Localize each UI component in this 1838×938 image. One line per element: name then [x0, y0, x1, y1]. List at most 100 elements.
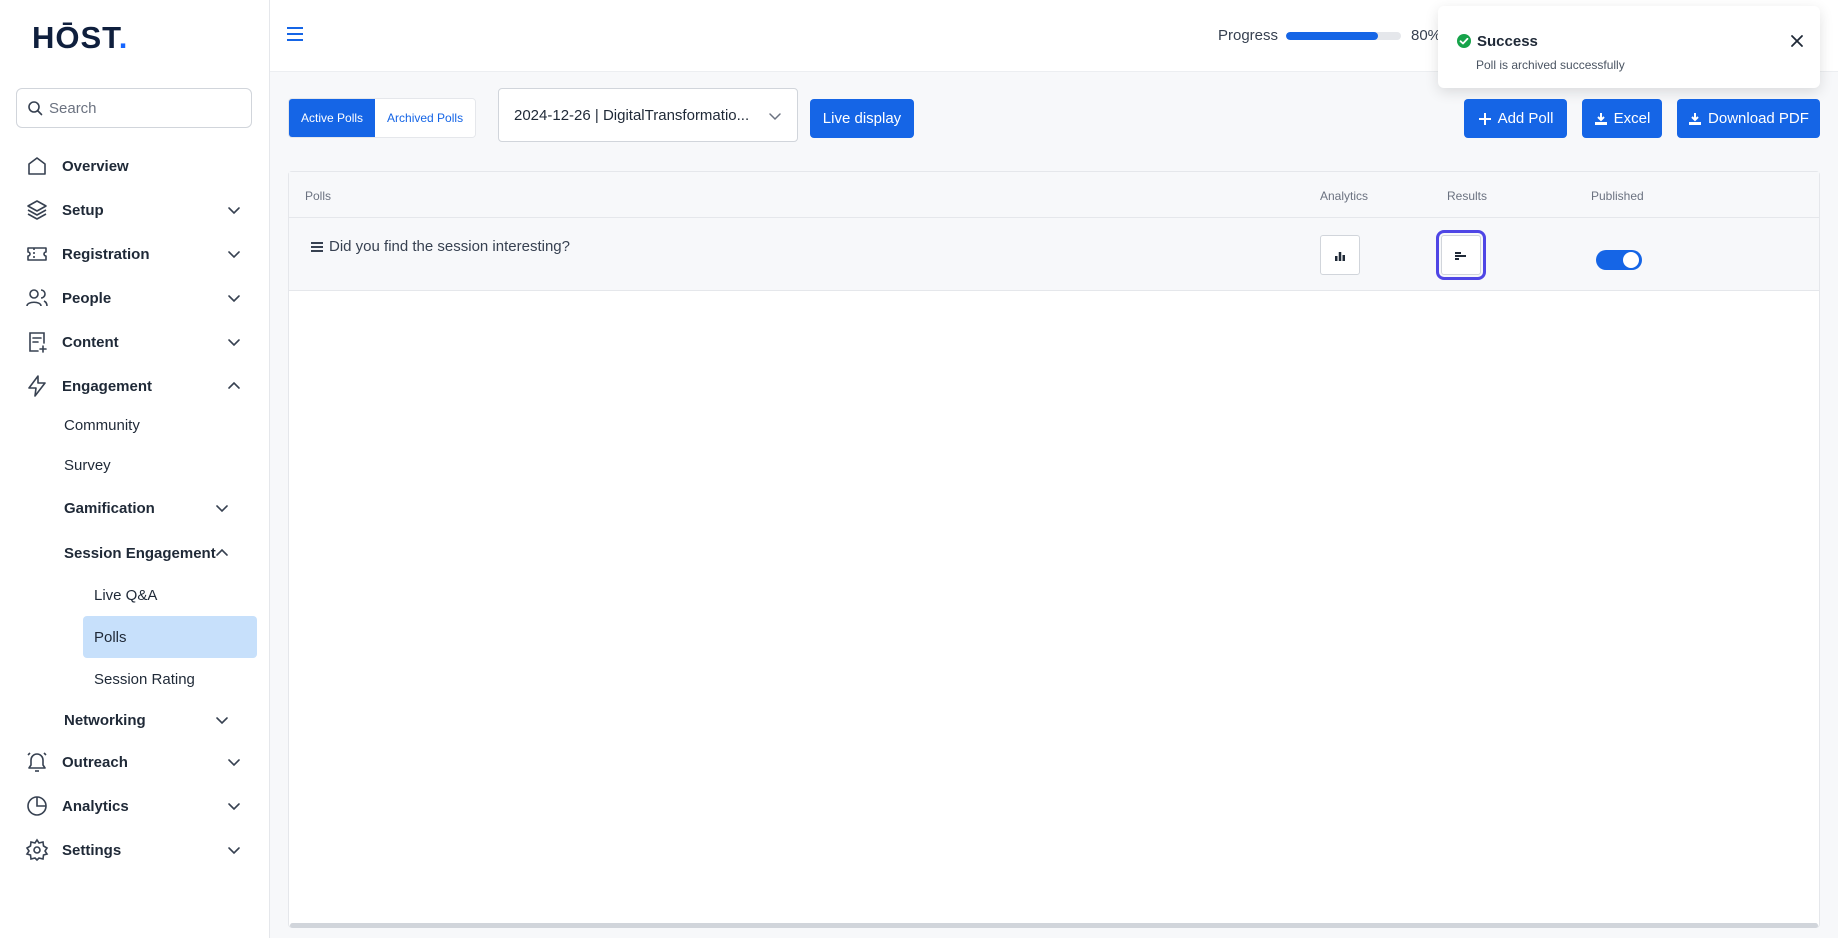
chevron-down-icon — [769, 113, 781, 121]
chevron-down-icon — [228, 251, 240, 259]
session-select[interactable]: 2024-12-26 | DigitalTransformatio... — [498, 88, 798, 142]
search-icon — [28, 101, 43, 116]
analytics-button[interactable] — [1320, 235, 1360, 275]
sidebar: HŌST. Overview Setup Registration People… — [0, 0, 270, 938]
download-pdf-button[interactable]: Download PDF — [1677, 99, 1820, 138]
excel-label: Excel — [1613, 110, 1651, 127]
polls-table: Polls Analytics Results Published Did yo… — [288, 171, 1820, 928]
toggle-knob — [1623, 252, 1639, 268]
sidebar-item-community[interactable]: Community — [64, 407, 250, 443]
users-icon — [24, 285, 50, 311]
progress-bar — [1286, 32, 1401, 40]
header-published: Published — [1591, 189, 1644, 203]
sidebar-item-survey[interactable]: Survey — [64, 447, 250, 483]
chevron-down-icon — [228, 803, 240, 811]
add-poll-button[interactable]: Add Poll — [1464, 99, 1567, 138]
sidebar-item-networking[interactable]: Networking — [64, 702, 250, 738]
search-box[interactable] — [16, 88, 252, 128]
chevron-down-icon — [216, 505, 228, 513]
sidebar-item-gamification[interactable]: Gamification — [64, 490, 250, 526]
home-icon — [24, 153, 50, 179]
document-add-icon — [24, 329, 50, 355]
success-toast: Success Poll is archived successfully — [1438, 6, 1820, 88]
horizontal-scrollbar[interactable] — [290, 923, 1818, 928]
sidebar-item-label: Networking — [64, 711, 146, 729]
excel-button[interactable]: Excel — [1582, 99, 1662, 138]
sidebar-item-analytics[interactable]: Analytics — [24, 786, 250, 826]
close-icon[interactable] — [1790, 34, 1804, 48]
header-analytics: Analytics — [1320, 189, 1369, 203]
header-results: Results — [1447, 189, 1488, 203]
chevron-down-icon — [228, 759, 240, 767]
chevron-down-icon — [228, 339, 240, 347]
sidebar-item-label: Session Engagement — [64, 544, 216, 562]
poll-question-text: Did you find the session interesting? — [329, 238, 570, 255]
sidebar-item-label: Outreach — [62, 753, 128, 771]
sidebar-item-settings[interactable]: Settings — [24, 830, 250, 870]
sidebar-item-label: Analytics — [62, 797, 129, 815]
sidebar-item-session-engagement[interactable]: Session Engagement — [64, 535, 250, 571]
sidebar-item-label: Engagement — [62, 377, 153, 395]
download-icon — [1594, 112, 1607, 125]
chevron-down-icon — [216, 717, 228, 725]
tab-active-polls[interactable]: Active Polls — [289, 99, 376, 137]
sidebar-item-outreach[interactable]: Outreach — [24, 742, 250, 782]
progress-percent: 80% — [1411, 27, 1442, 44]
session-select-value: 2024-12-26 | DigitalTransformatio... — [514, 106, 750, 124]
sidebar-item-label: Setup — [62, 201, 104, 219]
live-display-label: Live display — [822, 110, 902, 127]
add-poll-label: Add Poll — [1497, 110, 1554, 127]
table-row: Did you find the session interesting? — [289, 218, 1819, 291]
download-icon — [1689, 112, 1702, 125]
chevron-down-icon — [228, 847, 240, 855]
host-logo[interactable]: HŌST. — [32, 20, 128, 56]
progress-label: Progress — [1218, 27, 1279, 44]
sidebar-item-label: Settings — [62, 841, 122, 859]
layers-icon — [24, 197, 50, 223]
sidebar-item-label: People — [62, 289, 112, 307]
check-circle-icon — [1457, 34, 1471, 48]
pie-chart-icon — [24, 793, 50, 819]
lightning-icon — [24, 373, 50, 399]
logo-dot: . — [118, 20, 129, 55]
bell-icon — [24, 749, 50, 775]
toast-message: Poll is archived successfully — [1476, 58, 1625, 72]
sidebar-item-people[interactable]: People — [24, 278, 250, 318]
tab-archived-polls[interactable]: Archived Polls — [375, 99, 476, 137]
chevron-down-icon — [228, 207, 240, 215]
drag-handle-icon[interactable] — [311, 241, 323, 253]
chevron-up-icon — [228, 381, 240, 389]
progress-fill — [1286, 32, 1378, 40]
sidebar-item-overview[interactable]: Overview — [24, 146, 250, 186]
header-polls: Polls — [305, 189, 332, 203]
poll-question[interactable]: Did you find the session interesting? — [311, 238, 570, 255]
sidebar-item-session-rating[interactable]: Session Rating — [83, 658, 257, 700]
horizontal-bars-icon — [1455, 252, 1466, 260]
sidebar-item-engagement[interactable]: Engagement — [24, 366, 250, 406]
logo-text: HŌST — [32, 20, 119, 55]
results-button[interactable] — [1436, 230, 1486, 280]
table-header: Polls Analytics Results Published — [289, 172, 1819, 218]
bar-chart-icon — [1335, 252, 1345, 261]
hamburger-menu-icon[interactable] — [286, 26, 304, 42]
download-pdf-label: Download PDF — [1708, 110, 1809, 127]
chevron-up-icon — [216, 548, 228, 556]
toast-title: Success — [1477, 33, 1538, 50]
sidebar-item-content[interactable]: Content — [24, 322, 250, 362]
search-input[interactable] — [49, 99, 239, 117]
poll-status-tabs: Active Polls Archived Polls — [288, 98, 477, 138]
sidebar-item-label: Overview — [62, 157, 129, 175]
plus-icon — [1478, 112, 1491, 125]
sidebar-item-live-qa[interactable]: Live Q&A — [83, 574, 257, 616]
sidebar-item-setup[interactable]: Setup — [24, 190, 250, 230]
sidebar-item-label: Content — [62, 333, 119, 351]
sidebar-item-label: Gamification — [64, 499, 155, 517]
sidebar-item-registration[interactable]: Registration — [24, 234, 250, 274]
published-toggle[interactable] — [1596, 250, 1642, 270]
sidebar-item-label: Registration — [62, 245, 150, 263]
live-display-button[interactable]: Live display — [810, 99, 914, 138]
sidebar-item-polls[interactable]: Polls — [83, 616, 257, 658]
ticket-icon — [24, 241, 50, 267]
gear-icon — [24, 837, 50, 863]
chevron-down-icon — [228, 295, 240, 303]
